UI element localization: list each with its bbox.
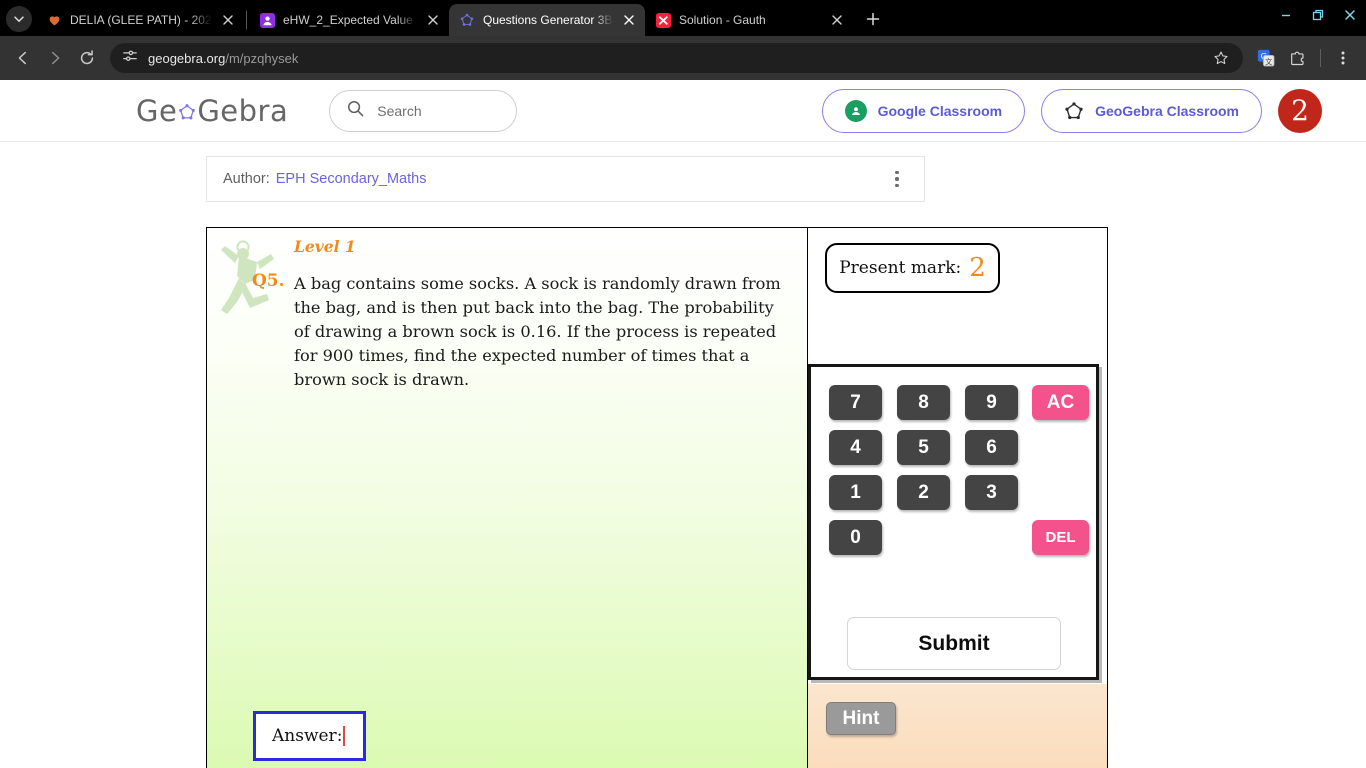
text-caret	[343, 726, 346, 746]
author-link[interactable]: EPH Secondary_Maths	[276, 171, 427, 187]
present-mark-box: Present mark: 2	[825, 243, 1000, 293]
present-mark-value: 2	[969, 253, 986, 283]
answer-input[interactable]: Answer:	[253, 711, 366, 761]
geogebra-classroom-button[interactable]: GeoGebra Classroom	[1041, 88, 1262, 133]
key-clear[interactable]: AC	[1032, 385, 1089, 420]
key-9[interactable]: 9	[965, 385, 1018, 420]
search-icon	[346, 99, 365, 123]
geogebra-logo-mark	[178, 94, 196, 128]
new-tab-button[interactable]	[859, 5, 887, 33]
browser-toolbar: geogebra.org/m/pzqhysek G文	[0, 36, 1366, 80]
key-4[interactable]: 4	[829, 430, 882, 465]
google-classroom-icon	[844, 99, 867, 122]
answer-label: Answer:	[272, 726, 343, 746]
toolbar-divider	[1320, 49, 1321, 67]
question-number: Q5.	[252, 271, 285, 291]
forward-icon[interactable]	[40, 43, 70, 73]
tab-search-button[interactable]	[6, 6, 32, 32]
key-0[interactable]: 0	[829, 520, 882, 555]
close-icon[interactable]	[220, 12, 236, 28]
key-1[interactable]: 1	[829, 475, 882, 510]
key-8[interactable]: 8	[897, 385, 950, 420]
heart-icon	[46, 12, 62, 28]
page-content: Ge Gebra Search Google Classroom GeoGebr…	[0, 80, 1366, 768]
geogebra-classroom-label: GeoGebra Classroom	[1095, 102, 1239, 119]
back-icon[interactable]	[8, 43, 38, 73]
controls-panel: Present mark: 2 7 8 9 AC 4 5 6 1 2 3 0 D…	[808, 228, 1107, 768]
more-options-icon[interactable]	[886, 170, 908, 188]
address-bar[interactable]: geogebra.org/m/pzqhysek	[110, 43, 1243, 73]
present-mark-label: Present mark:	[839, 258, 962, 278]
url-path: /m/pzqhysek	[225, 50, 299, 66]
geogebra-icon	[459, 12, 475, 28]
person-icon	[259, 12, 275, 28]
search-placeholder: Search	[377, 102, 422, 119]
key-7[interactable]: 7	[829, 385, 882, 420]
minimize-button[interactable]	[1270, 0, 1302, 30]
gauth-icon	[655, 12, 671, 28]
logo-text-right: Gebra	[197, 93, 289, 128]
url-domain: geogebra.org	[148, 50, 226, 66]
key-delete[interactable]: DEL	[1032, 520, 1089, 555]
submit-button[interactable]: Submit	[847, 617, 1061, 670]
url-text: geogebra.org/m/pzqhysek	[148, 51, 298, 66]
translate-icon[interactable]: G文	[1251, 43, 1281, 73]
browser-tab-2[interactable]: eHW_2_Expected Value	[249, 4, 449, 36]
tab-title: Questions Generator 3B Ch11 E	[483, 13, 613, 27]
tab-title: DELIA (GLEE PATH) - 2022-202	[70, 13, 212, 27]
key-6[interactable]: 6	[965, 430, 1018, 465]
key-5[interactable]: 5	[897, 430, 950, 465]
question-text: A bag contains some socks. A sock is ran…	[294, 274, 781, 389]
tab-strip: DELIA (GLEE PATH) - 2022-202 eHW_2_Expec…	[0, 0, 1366, 36]
logo-text-left: Ge	[136, 93, 178, 128]
close-button[interactable]	[1334, 0, 1366, 30]
key-2[interactable]: 2	[897, 475, 950, 510]
bookmark-star-icon[interactable]	[1209, 46, 1233, 70]
site-info-icon[interactable]	[122, 48, 138, 69]
browser-tab-1[interactable]: DELIA (GLEE PATH) - 2022-202	[36, 4, 244, 36]
close-icon[interactable]	[425, 12, 441, 28]
close-icon[interactable]	[829, 12, 845, 28]
key-3[interactable]: 3	[965, 475, 1018, 510]
author-label: Author:	[223, 171, 270, 187]
question-panel: Level 1 Q5. A bag contains some socks. A…	[207, 228, 808, 768]
window-controls	[1270, 0, 1366, 30]
geogebra-classroom-icon	[1064, 101, 1084, 121]
hint-button[interactable]: Hint	[826, 702, 896, 735]
google-classroom-label: Google Classroom	[877, 102, 1003, 119]
numeric-keypad: 7 8 9 AC 4 5 6 1 2 3 0 DEL Submit	[808, 364, 1099, 680]
search-input[interactable]: Search	[329, 89, 518, 132]
tab-divider	[246, 11, 247, 29]
browser-tab-4[interactable]: Solution - Gauth	[645, 4, 853, 36]
header-actions: Google Classroom GeoGebra Classroom 2	[821, 88, 1342, 133]
close-icon[interactable]	[621, 12, 637, 28]
author-bar: Author: EPH Secondary_Maths	[206, 156, 925, 202]
maximize-button[interactable]	[1302, 0, 1334, 30]
question-level: Level 1	[294, 237, 356, 256]
reload-icon[interactable]	[72, 43, 102, 73]
keypad-keys: 7 8 9 AC 4 5 6 1 2 3 0 DEL	[811, 367, 1096, 555]
geogebra-logo[interactable]: Ge Gebra	[136, 94, 288, 128]
browser-window: DELIA (GLEE PATH) - 2022-202 eHW_2_Expec…	[0, 0, 1366, 768]
google-classroom-button[interactable]: Google Classroom	[821, 88, 1026, 133]
notification-badge[interactable]: 2	[1278, 88, 1322, 133]
browser-tab-3[interactable]: Questions Generator 3B Ch11 E	[449, 4, 645, 36]
extensions-icon[interactable]	[1283, 43, 1313, 73]
chevron-down-icon	[14, 16, 24, 23]
geogebra-header: Ge Gebra Search Google Classroom GeoGebr…	[0, 80, 1366, 142]
tab-title: eHW_2_Expected Value	[283, 13, 413, 27]
browser-menu-icon[interactable]	[1328, 43, 1358, 73]
svg-text:文: 文	[1265, 57, 1272, 66]
tab-title: Solution - Gauth	[679, 13, 766, 27]
geogebra-applet: Level 1 Q5. A bag contains some socks. A…	[206, 227, 1108, 768]
tools-panel: Hint Draw	[808, 684, 1107, 768]
